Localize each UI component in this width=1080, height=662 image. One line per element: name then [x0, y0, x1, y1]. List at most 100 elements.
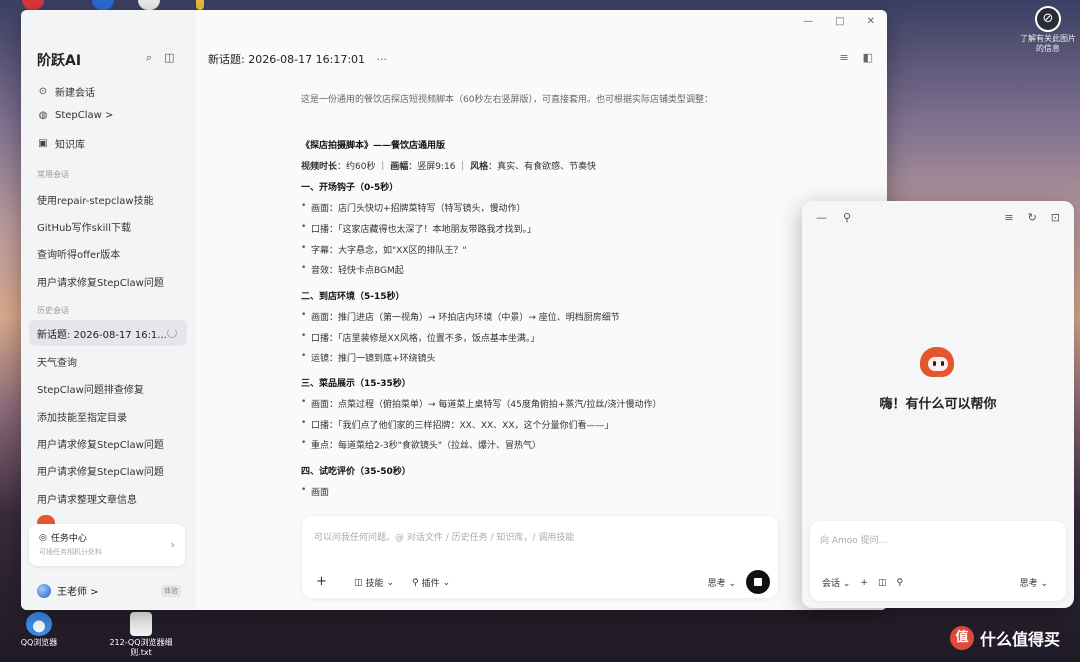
- list-icon[interactable]: ≡: [1004, 211, 1013, 224]
- conversation-header: 新话题: 2026-08-17 16:17:01 ···: [208, 51, 387, 67]
- section-bullet: 运镜：推门一镜到底+环绕镜头: [301, 351, 436, 364]
- panel-tools-right: ≡ ↻ ⊡: [1004, 211, 1060, 224]
- conversation-item[interactable]: 用户请求修复StepClaw问题: [37, 274, 164, 289]
- section-heading: 三、菜品展示（15-35秒）: [301, 379, 411, 389]
- sidebar-tools: ⌕ ◫: [146, 51, 175, 65]
- section-history: 历史会话: [37, 306, 69, 315]
- desktop-icon-file[interactable]: 212-QQ浏览器细则.txt: [106, 612, 176, 658]
- conversation-item[interactable]: 使用repair-stepclaw技能: [37, 192, 154, 207]
- session-select[interactable]: 会话 ⌄: [822, 576, 850, 589]
- sidebar-item-label: 知识库: [55, 140, 85, 151]
- message-input[interactable]: 可以问我任何问题。@ 对话文件 / 历史任务 / 知识库，/ 调用技能: [314, 530, 574, 543]
- minimize-icon[interactable]: —: [803, 16, 813, 27]
- skills-label: 技能: [365, 579, 384, 589]
- more-icon[interactable]: ···: [377, 53, 388, 66]
- panel-message-input[interactable]: 向 Amoo 提问...: [820, 533, 887, 546]
- panel-think-mode-select[interactable]: 思考 ⌄: [1020, 576, 1048, 589]
- section-bullet: 画面：推门进店（第一视角）→ 环拍店内环境（中景）→ 座位、明档厨房细节: [301, 310, 620, 323]
- section-heading: 一、开场钩子（0-5秒）: [301, 183, 399, 193]
- avatar: [37, 583, 51, 598]
- minimize-icon[interactable]: —: [816, 211, 827, 224]
- qq-browser-icon: [26, 612, 52, 636]
- section-bullet: 画面：店门头快切+招牌菜特写（特写镜头，慢动作）: [301, 201, 526, 214]
- skills-button[interactable]: ◫ 技能 ⌄: [354, 576, 395, 590]
- sidebar-item-label: StepClaw >: [55, 110, 114, 121]
- desktop-icon-browser[interactable]: QQ浏览器: [4, 612, 74, 648]
- section-bullet: 口播：「店里装修是XX风格，位置不多，饭点基本坐满。」: [301, 331, 539, 344]
- conversation-item[interactable]: 用户请求整理文章信息: [37, 491, 137, 506]
- text-file-icon: [130, 612, 152, 636]
- maximize-icon[interactable]: □: [835, 16, 844, 27]
- panel-greeting: 嗨！有什么可以帮你: [879, 397, 997, 412]
- add-icon[interactable]: +: [860, 578, 868, 588]
- assistant-side-panel: — ⚲ ≡ ↻ ⊡ 嗨！有什么可以帮你 向 Amoo 提问... 会话 ⌄ + …: [802, 201, 1074, 608]
- section-bullet: 重点：每道菜给2-3秒"食欲镜头"（拉丝、爆汁、冒热气）: [301, 438, 541, 451]
- message-intro: 这是一份通用的餐饮店探店短视频脚本（60秒左右竖屏版），可直接套用。也可根据实际…: [301, 95, 713, 105]
- section-bullet: 画面：点菜过程（俯拍菜单）→ 每道菜上桌特写（45度角俯拍+蒸汽/拉丝/浇汁慢动…: [301, 397, 661, 410]
- new-window-icon[interactable]: ⊡: [1051, 211, 1060, 224]
- skills-icon[interactable]: ◫: [878, 578, 887, 588]
- desktop-info-label: 了解有关此图片的信息: [1020, 34, 1076, 53]
- sidebar-item-new-chat[interactable]: ⊙ 新建会话: [37, 84, 95, 99]
- panel-composer[interactable]: 向 Amoo 提问... 会话 ⌄ + ◫ ⚲ 思考 ⌄: [810, 521, 1066, 601]
- sidebar-toggle-icon[interactable]: ◫: [164, 51, 174, 65]
- task-center-card[interactable]: ◎ 任务中心 可插任务相机分处料 ›: [29, 524, 185, 566]
- task-center-icon: ◎: [39, 532, 47, 543]
- sidebar-item-knowledge-base[interactable]: ▣ 知识库: [37, 136, 85, 151]
- conversation-item[interactable]: 添加技能至指定目录: [37, 409, 127, 424]
- conversation-item[interactable]: 查询听得offer版本: [37, 246, 120, 261]
- section-bullet: 画面: [301, 485, 329, 498]
- window-controls: — □ ✕: [747, 10, 887, 32]
- conversation-item[interactable]: 用户请求修复StepClaw问题: [37, 463, 164, 478]
- page-title: 新话题: 2026-08-17 16:17:01: [208, 53, 366, 66]
- desktop-icon-label: QQ浏览器: [20, 638, 58, 647]
- chevron-down-icon: ⌄: [442, 577, 451, 588]
- chat-composer[interactable]: 可以问我任何问题。@ 对话文件 / 历史任务 / 知识库，/ 调用技能 + ◫ …: [302, 516, 778, 598]
- think-mode-select[interactable]: 思考 ⌄: [708, 576, 736, 589]
- section-heading: 四、试吃评价（35-50秒）: [301, 467, 411, 477]
- user-name: 王老师 >: [57, 587, 99, 598]
- meta-duration-label: 视频时长: [301, 162, 338, 172]
- watermark-text: 什么值得买: [980, 630, 1061, 649]
- section-heading: 二、到店环境（5-15秒）: [301, 292, 405, 302]
- section-bullet: 字幕：大字悬念，如"XX区的排队王？": [301, 243, 467, 256]
- add-attachment-icon[interactable]: +: [316, 574, 327, 589]
- camera-lens-icon: ⊘: [1035, 6, 1061, 32]
- conversation-item[interactable]: GitHub写作skill下载: [37, 219, 131, 234]
- user-profile[interactable]: 王老师 >: [37, 583, 99, 598]
- task-center-title: 任务中心: [50, 534, 87, 544]
- watermark: 值 什么值得买: [950, 626, 1060, 650]
- meta-ratio-value: ：竖屏9:16 ｜: [408, 162, 471, 172]
- chevron-down-icon: ⌄: [386, 577, 395, 588]
- plugins-button[interactable]: ⚲ 插件 ⌄: [412, 576, 451, 590]
- meta-style-label: 风格: [470, 162, 489, 172]
- section-bullet: 音效：轻快卡点BGM起: [301, 263, 404, 276]
- app-brand: 阶跃AI: [37, 53, 82, 69]
- refresh-icon[interactable]: ↻: [1028, 211, 1037, 224]
- section-bullet: 口播：「我们点了他们家的三样招牌：XX、XX、XX，这个分量你们看——」: [301, 418, 613, 431]
- desktop-info-shortcut[interactable]: ⊘ 了解有关此图片的信息: [1018, 6, 1078, 54]
- user-plan-badge: 体验: [161, 585, 181, 597]
- plugin-icon: ⚲: [412, 577, 419, 588]
- stop-generation-button[interactable]: [746, 570, 770, 594]
- close-icon[interactable]: ✕: [867, 16, 875, 27]
- conversation-title: 新话题: 2026-08-17 16:1...: [37, 329, 167, 341]
- conversation-item-active[interactable]: 新话题: 2026-08-17 16:1...: [29, 320, 187, 346]
- plugin-icon[interactable]: ⚲: [896, 578, 903, 588]
- sidebar-item-label: 新建会话: [55, 88, 95, 99]
- search-icon[interactable]: ⌕: [146, 51, 152, 65]
- conversation-item[interactable]: 用户请求修复StepClaw问题: [37, 436, 164, 451]
- mascot-icon: [918, 345, 956, 381]
- conversation-item[interactable]: StepClaw问题排查修复: [37, 381, 144, 396]
- conversation-item[interactable]: 天气查询: [37, 354, 77, 369]
- watermark-badge: 值: [950, 626, 974, 650]
- app-window: 阶跃AI ⌕ ◫ ⊙ 新建会话 ◍ StepClaw > ▣ 知识库 常用会话 …: [21, 10, 887, 610]
- pin-icon[interactable]: ⚲: [843, 211, 851, 224]
- new-chat-icon: ⊙: [38, 86, 48, 97]
- meta-style-value: ：真实、有食欲感、节奏快: [488, 162, 597, 172]
- sidebar-item-stepclaw[interactable]: ◍ StepClaw >: [37, 110, 114, 121]
- section-frequent: 常用会话: [37, 170, 69, 179]
- outline-icon[interactable]: ≡: [839, 51, 848, 64]
- panel-tools-left: — ⚲: [816, 211, 851, 224]
- panel-toggle-icon[interactable]: ◧: [863, 51, 873, 64]
